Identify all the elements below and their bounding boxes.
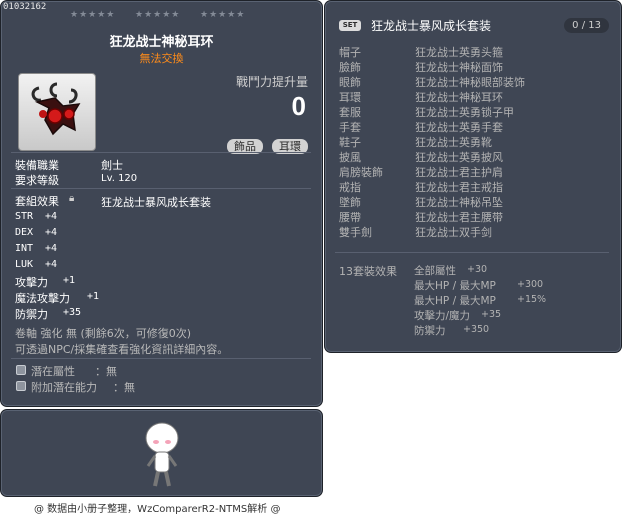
set-slot-label: 帽子 — [339, 46, 361, 59]
character-preview-panel — [0, 409, 323, 497]
potential-bullet-icon — [16, 365, 26, 375]
potential-label: 潛在屬性 — [31, 365, 75, 378]
set-bonus-name: 攻擊力/魔力 — [414, 310, 471, 322]
lock-icon: 🔒︎ — [69, 193, 75, 204]
stat-defense-name: 防禦力 — [15, 308, 48, 321]
set-item-name: 狂龙战士英勇靴 — [415, 136, 492, 149]
set-bonus-value: +300 — [517, 279, 544, 290]
set-item-name: 狂龙战士英勇手套 — [415, 121, 503, 134]
power-change-label: 戰鬥力提升量 — [235, 75, 308, 89]
set-item-name: 狂龙战士神秘吊坠 — [415, 196, 503, 209]
set-slot-label: 腰帶 — [339, 211, 361, 224]
job-value: 劍士 — [101, 159, 123, 172]
power-change-value: 0 — [291, 91, 306, 121]
stat-attack-name: 攻擊力 — [15, 276, 48, 289]
set-slot-label: 肩膀裝飾 — [339, 166, 383, 179]
divider — [11, 152, 311, 153]
footer-credit: @ 数据由小册子整理，WzComparerR2-NTMS解析 @ — [34, 504, 281, 515]
stat-str-value: +4 — [45, 211, 58, 222]
set-bonus-name: 防禦力 — [414, 325, 446, 337]
stat-defense-value: +35 — [63, 307, 82, 318]
set-bonus-name: 最大HP / 最大MP — [414, 295, 496, 307]
character-avatar — [145, 422, 179, 487]
set-slot-label: 鞋子 — [339, 136, 361, 149]
set-item-name: 狂龙战士君主护肩 — [415, 166, 503, 179]
bonus-potential-value: ：無 — [113, 381, 135, 394]
star-force-group-2: ★★★★★ — [135, 10, 181, 20]
stat-dex-name: DEX — [15, 227, 34, 238]
stat-int-name: INT — [15, 243, 34, 254]
set-item-name: 狂龙战士君主戒指 — [415, 181, 503, 194]
stat-magic-attack-value: +1 — [87, 291, 100, 302]
set-slot-label: 套服 — [339, 106, 361, 119]
bonus-potential-label: 附加潛在能力 — [31, 381, 97, 394]
set-item-name: 狂龙战士君主腰带 — [415, 211, 503, 224]
level-value: Lv. 120 — [101, 173, 138, 184]
set-slot-label: 手套 — [339, 121, 361, 134]
set-item-name: 狂龙战士神秘耳环 — [415, 91, 503, 104]
set-slot-label: 披風 — [339, 151, 361, 164]
set-slot-label: 耳環 — [339, 91, 361, 104]
set-badge: SET — [339, 20, 361, 31]
potential-value: ：無 — [95, 365, 117, 378]
bonus-potential-bullet-icon — [16, 381, 26, 391]
item-id: 01032162 — [3, 2, 47, 12]
set-bonus-name: 最大HP / 最大MP — [414, 280, 496, 292]
star-force-group-1: ★★★★★ — [70, 10, 116, 20]
set-bonus-value: +35 — [481, 309, 502, 320]
set-title: 狂龙战士暴风成长套装 — [371, 19, 492, 33]
set-bonus-value: +15% — [517, 294, 547, 305]
set-slot-label: 雙手劍 — [339, 226, 372, 239]
item-name: 狂龙战士神秘耳环 — [109, 35, 214, 50]
trade-status: 無法交換 — [139, 52, 184, 65]
set-bonus-name: 全部屬性 — [414, 265, 456, 277]
set-effect-name: 狂龙战士暴风成长套装 — [101, 196, 211, 209]
stat-str-name: STR — [15, 211, 34, 222]
star-force-group-3: ★★★★★ — [200, 10, 246, 20]
scroll-hint-line: 可透過NPC/採集確查看強化資訊詳細內容。 — [15, 343, 229, 356]
set-slot-label: 眼飾 — [339, 76, 361, 89]
set-piece-count: 0 / 13 — [564, 18, 609, 33]
divider — [335, 252, 609, 253]
set-item-name: 狂龙战士英勇锁子甲 — [415, 106, 514, 119]
stat-attack-value: +1 — [63, 275, 76, 286]
scroll-enhance-line: 卷軸 強化 無 (剩餘6次，可修復0次) — [15, 327, 192, 340]
level-label: 要求等級 — [15, 174, 59, 187]
stat-magic-attack-name: 魔法攻擊力 — [15, 292, 70, 305]
divider — [11, 358, 311, 359]
set-bonus-header: 13套裝效果 — [339, 265, 397, 278]
set-item-name: 狂龙战士神秘眼部装饰 — [415, 76, 525, 89]
stat-int-value: +4 — [45, 243, 58, 254]
stat-luk-name: LUK — [15, 259, 34, 270]
set-bonus-value: +30 — [467, 264, 488, 275]
set-item-name: 狂龙战士英勇头箍 — [415, 46, 503, 59]
stat-dex-value: +4 — [45, 227, 58, 238]
job-label: 裝備職業 — [15, 159, 59, 172]
item-tooltip-panel: 01032162 ★★★★★ ★★★★★ ★★★★★ 狂龙战士神秘耳环 無法交換… — [0, 0, 323, 407]
set-effect-label: 套組效果 — [15, 195, 59, 208]
stat-luk-value: +4 — [45, 259, 58, 270]
set-item-name: 狂龙战士英勇披风 — [415, 151, 503, 164]
set-slot-label: 戒指 — [339, 181, 361, 194]
set-item-name: 狂龙战士神秘面饰 — [415, 61, 503, 74]
divider — [11, 188, 311, 189]
set-slot-label: 墜飾 — [339, 196, 361, 209]
set-bonus-value: +350 — [463, 324, 490, 335]
set-slot-label: 臉飾 — [339, 61, 361, 74]
set-item-name: 狂龙战士双手剑 — [415, 226, 492, 239]
item-icon-frame — [18, 73, 96, 151]
set-info-panel: SET 狂龙战士暴风成长套装 0 / 13 帽子 狂龙战士英勇头箍 臉飾 狂龙战… — [324, 0, 622, 353]
earring-icon — [31, 82, 81, 136]
